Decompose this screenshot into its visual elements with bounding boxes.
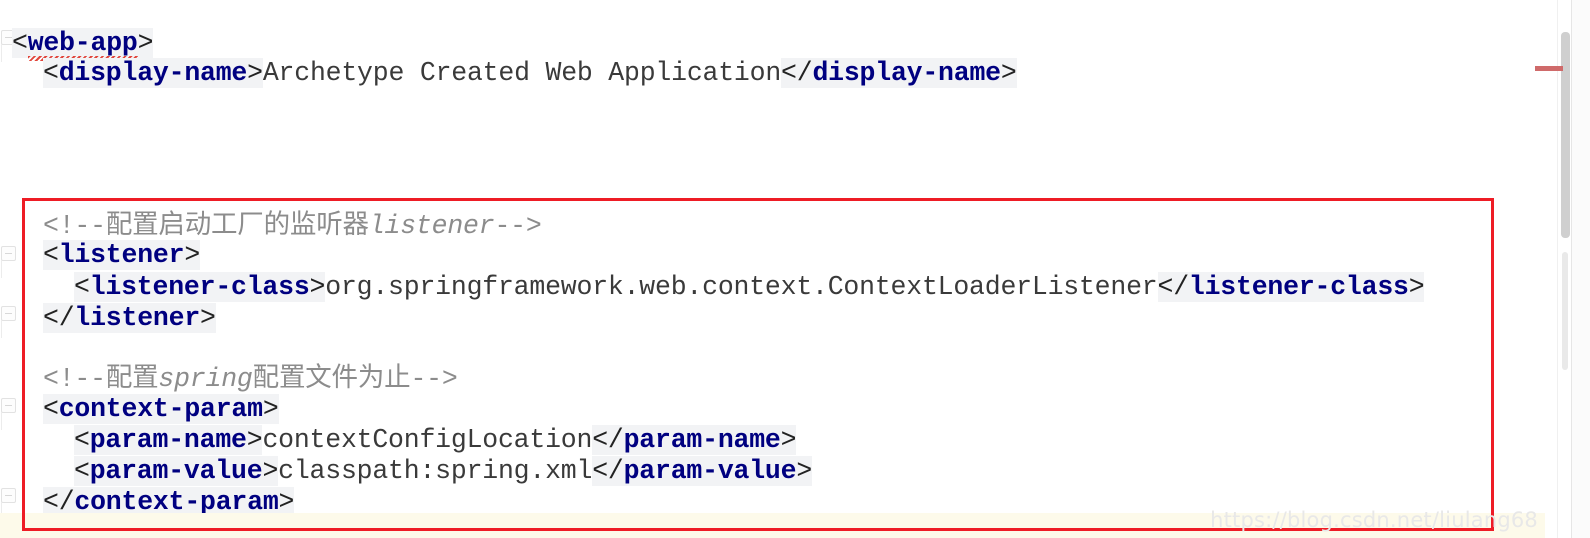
line-web-app-open[interactable]: <web-app> [0, 28, 154, 58]
xml-angle-bracket: > [780, 425, 797, 455]
xml-comment-emphasis: spring [158, 364, 253, 394]
line-comment-spring[interactable]: <!--配置spring配置文件为止--> [0, 362, 458, 395]
line-listener-open[interactable]: <listener> [0, 240, 200, 270]
xml-angle-bracket: > [1000, 58, 1017, 88]
xml-angle-bracket: > [262, 394, 279, 424]
xml-text-value: org.springframework.web.context.ContextL… [325, 272, 1158, 302]
xml-angle-bracket: < [74, 425, 90, 455]
xml-angle-bracket: > [309, 272, 326, 302]
line-context-param-open[interactable]: <context-param> [0, 394, 279, 424]
line-listener-close[interactable]: </listener> [0, 303, 216, 333]
xml-angle-bracket: </ [1157, 272, 1189, 302]
xml-angle-bracket: > [796, 456, 813, 486]
xml-angle-bracket: > [200, 303, 216, 333]
xml-tag-name: display-name [58, 58, 248, 88]
xml-angle-bracket: > [247, 58, 263, 88]
xml-tag-name: listener [58, 240, 185, 270]
vertical-scrollbar-track[interactable] [1557, 0, 1572, 538]
line-param-name[interactable]: <param-name>contextConfigLocation</param… [0, 425, 797, 455]
xml-angle-bracket: < [43, 394, 59, 424]
xml-comment-emphasis: listener [368, 211, 495, 241]
xml-comment-delimiter: <!-- [43, 364, 106, 394]
xml-code-editor[interactable]: <web-app> <display-name>Archetype Created… [0, 0, 1590, 538]
csdn-watermark: https://blog.csdn.net/liulang68 [1210, 508, 1538, 532]
xml-tag-name: param-value [623, 456, 797, 486]
xml-angle-bracket: < [43, 58, 59, 88]
xml-angle-bracket: > [246, 425, 263, 455]
xml-angle-bracket: </ [43, 303, 75, 333]
line-display-name[interactable]: <display-name>Archetype Created Web Appl… [0, 58, 1017, 88]
xml-angle-bracket: < [43, 240, 59, 270]
xml-angle-bracket: </ [592, 425, 624, 455]
xml-tag-name: listener [74, 303, 201, 333]
line-listener-class[interactable]: <listener-class>org.springframework.web.… [0, 272, 1425, 302]
xml-tag-name: param-name [623, 425, 781, 455]
xml-angle-bracket: < [74, 456, 90, 486]
xml-tag-name: param-value [89, 456, 263, 486]
xml-comment-text: 配置文件为止 [252, 362, 411, 393]
xml-tag-name: listener-class [1188, 272, 1409, 302]
xml-angle-bracket: > [1408, 272, 1425, 302]
xml-tag-name: context-param [58, 394, 263, 424]
xml-angle-bracket: > [137, 28, 154, 58]
xml-angle-bracket: </ [592, 456, 624, 486]
xml-comment-delimiter: --> [410, 364, 458, 394]
vertical-scroll-thumb-secondary[interactable] [1562, 252, 1568, 370]
xml-text-value: contextConfigLocation [262, 425, 593, 455]
xml-comment-text: 配置启动工厂的监听器 [105, 209, 369, 240]
error-stripe-marker[interactable] [1535, 66, 1563, 71]
xml-angle-bracket: > [184, 240, 201, 270]
xml-comment-delimiter: <!-- [43, 211, 106, 241]
xml-comment-text: 配置 [105, 362, 159, 393]
xml-comment-delimiter: --> [494, 211, 542, 241]
xml-text-value: classpath:spring.xml [278, 456, 593, 486]
line-comment-listener[interactable]: <!--配置启动工厂的监听器listener--> [0, 209, 542, 242]
tool-window-bar[interactable]: MavenDatabase [1571, 0, 1590, 538]
xml-tag-name: display-name [812, 58, 1001, 88]
xml-text-value: Archetype Created Web Application [262, 58, 782, 88]
xml-angle-bracket: < [12, 28, 28, 58]
line-param-value[interactable]: <param-value>classpath:spring.xml</param… [0, 456, 812, 486]
xml-angle-bracket: < [74, 272, 90, 302]
code-content-area[interactable]: <web-app> <display-name>Archetype Created… [0, 0, 1545, 538]
xml-tag-name: listener-class [89, 272, 310, 302]
xml-angle-bracket: </ [781, 58, 813, 88]
vertical-scroll-thumb[interactable] [1561, 32, 1570, 238]
xml-tag-name: param-name [89, 425, 247, 455]
xml-angle-bracket: > [262, 456, 279, 486]
xml-tag-name: web-app [27, 28, 138, 58]
